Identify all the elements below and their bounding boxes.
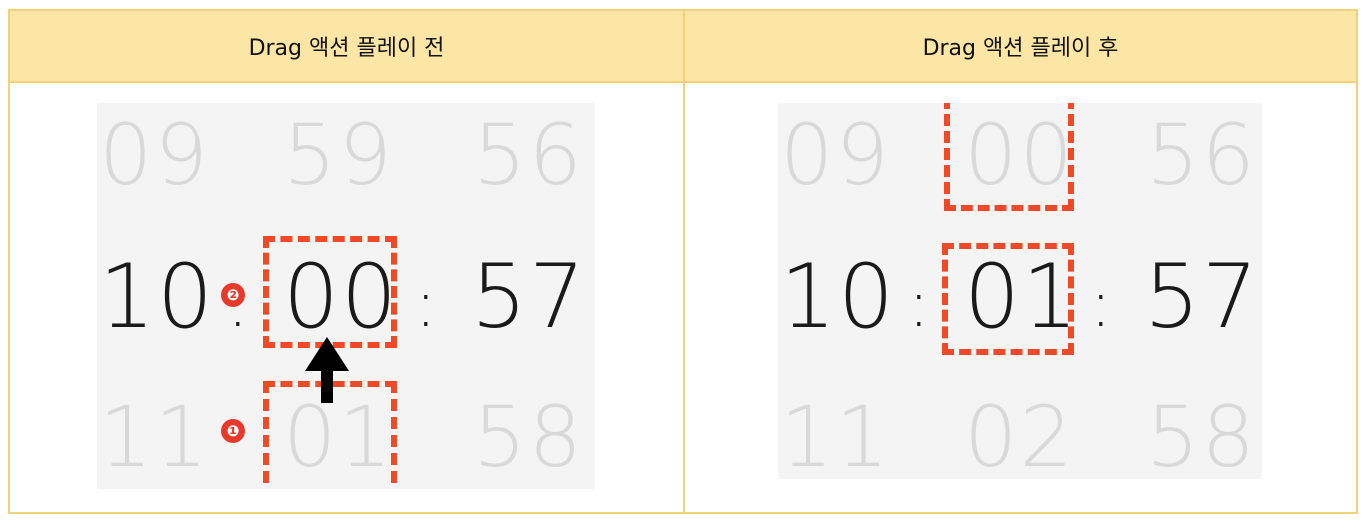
minute-prev: 59 xyxy=(283,106,394,204)
step-1-badge: ❶ xyxy=(221,419,245,443)
second-next: 58 xyxy=(473,388,584,486)
prev-minute-highlight-box xyxy=(944,103,1074,211)
hour-selected[interactable]: 10 xyxy=(99,253,215,341)
before-header: Drag 액션 플레이 전 xyxy=(10,11,683,83)
before-column: Drag 액션 플레이 전 09 59 56 10 : 00 : 57 11 0… xyxy=(10,11,683,512)
separator-2: : xyxy=(1090,268,1114,342)
hour-prev: 09 xyxy=(780,106,891,204)
second-selected[interactable]: 57 xyxy=(471,253,587,341)
second-next: 58 xyxy=(1146,388,1257,479)
second-prev: 56 xyxy=(1146,106,1257,204)
minute-next: 02 xyxy=(964,388,1075,479)
after-column: Drag 액션 플레이 후 09 00 56 10 : 01 : 57 11 0… xyxy=(683,11,1356,512)
separator-2: : xyxy=(415,268,439,342)
second-selected[interactable]: 57 xyxy=(1144,253,1260,341)
after-header: Drag 액션 플레이 후 xyxy=(685,11,1356,83)
hour-selected[interactable]: 10 xyxy=(780,253,896,341)
second-prev: 56 xyxy=(473,106,584,204)
separator-1: : xyxy=(908,268,932,342)
comparison-table: Drag 액션 플레이 전 09 59 56 10 : 00 : 57 11 0… xyxy=(8,9,1358,514)
before-time-picker[interactable]: 09 59 56 10 : 00 : 57 11 01 58 xyxy=(97,103,595,489)
hour-next: 11 xyxy=(780,388,891,479)
after-time-picker[interactable]: 09 00 56 10 : 01 : 57 11 02 58 xyxy=(778,103,1262,479)
up-arrow-icon xyxy=(305,337,349,403)
selected-minute-highlight-box xyxy=(942,243,1074,355)
hour-next: 11 xyxy=(99,388,210,486)
step-2-badge: ❷ xyxy=(221,283,245,307)
hour-prev: 09 xyxy=(99,106,210,204)
target-highlight-box xyxy=(263,236,397,348)
